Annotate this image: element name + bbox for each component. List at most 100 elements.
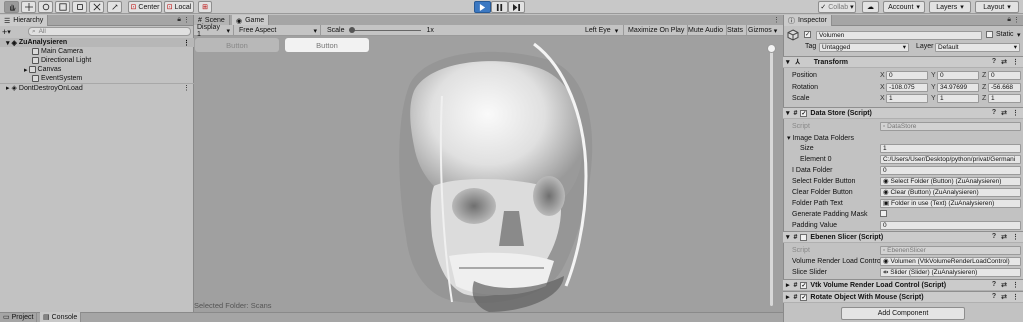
static-checkbox[interactable]: [986, 31, 993, 38]
rotation-x-field[interactable]: -108.075: [886, 83, 928, 92]
hierarchy-search-input[interactable]: ⌕ All: [28, 27, 191, 36]
kebab-menu-icon[interactable]: ⋮: [1013, 16, 1020, 24]
list-item[interactable]: Main Camera: [0, 47, 194, 56]
kebab-menu-icon[interactable]: ⋮: [1012, 58, 1019, 66]
list-item[interactable]: Directional Light: [0, 56, 194, 65]
scale-slider[interactable]: [348, 27, 421, 33]
collab-dropdown[interactable]: ✓ Collab ▾: [818, 1, 856, 13]
tab-inspector[interactable]: ⓘ Inspector: [784, 15, 832, 26]
grid-snap-button[interactable]: ⊞: [198, 1, 212, 13]
move-tool-button[interactable]: [21, 1, 36, 13]
slice-slider-field[interactable]: ⇹ Slider (Slider) (ZuAnalysieren): [880, 268, 1021, 277]
component-enabled-checkbox[interactable]: ✓: [800, 281, 808, 289]
slider-thumb[interactable]: [348, 27, 355, 33]
clear-folder-button-field[interactable]: ◉ Clear (Button) (ZuAnalysieren): [880, 188, 1021, 197]
tab-hierarchy[interactable]: ☰ Hierarchy: [0, 15, 49, 26]
component-enabled-checkbox[interactable]: ✓: [800, 293, 808, 301]
component-enabled-checkbox[interactable]: [800, 233, 808, 241]
step-button[interactable]: [508, 1, 525, 13]
stats-toggle[interactable]: Stats: [724, 25, 747, 36]
preset-icon[interactable]: ⇄: [1001, 233, 1007, 241]
help-icon[interactable]: ?: [992, 58, 996, 66]
vtk-component-header[interactable]: ▸ # ✓ Vtk Volume Render Load Control (Sc…: [783, 279, 1023, 291]
kebab-menu-icon[interactable]: ⋮: [773, 16, 780, 24]
folder-path-text-field[interactable]: ▣ Folder in use (Text) (ZuAnalysieren): [880, 199, 1021, 208]
account-dropdown[interactable]: Account ▾: [883, 1, 925, 13]
transform-tool-button[interactable]: [89, 1, 104, 13]
kebab-menu-icon[interactable]: ⋮: [183, 84, 190, 92]
select-folder-button-field[interactable]: ◉ Select Folder (Button) (ZuAnalysieren): [880, 177, 1021, 186]
cloud-button[interactable]: ☁: [862, 1, 879, 13]
list-item[interactable]: ▸ Canvas: [0, 65, 194, 74]
scale-tool-button[interactable]: [55, 1, 70, 13]
maximize-on-play-toggle[interactable]: Maximize On Play: [625, 25, 689, 36]
scale-z-field[interactable]: 1: [988, 94, 1021, 103]
left-eye-dropdown[interactable]: Left Eye ▾: [582, 25, 624, 36]
transform-header[interactable]: ▾ ⅄ Transform ? ⇄ ⋮: [783, 56, 1023, 68]
kebab-menu-icon[interactable]: ⋮: [1012, 233, 1019, 241]
hand-tool-button[interactable]: [4, 1, 19, 13]
kebab-menu-icon[interactable]: ⋮: [183, 16, 190, 24]
size-field[interactable]: 1: [880, 144, 1021, 153]
game-viewport[interactable]: Button Button Selected Folder: Scans: [194, 36, 783, 312]
custom-tool-button[interactable]: [107, 1, 122, 13]
vrlc-field[interactable]: ◉ Volumen (VtkVolumeRenderLoadControl): [880, 257, 1021, 266]
preset-icon[interactable]: ⇄: [1001, 109, 1007, 117]
pivot-local-button[interactable]: ⊡ Local: [164, 1, 194, 13]
tab-console[interactable]: ▤ Console: [40, 312, 82, 322]
kebab-menu-icon[interactable]: ⋮: [183, 39, 190, 47]
slider-thumb[interactable]: [767, 44, 776, 53]
display-dropdown[interactable]: Display 1 ▾: [194, 24, 234, 38]
element0-field[interactable]: C:/Users/User/Desktop/python/privat/Germ…: [880, 155, 1021, 164]
pause-button[interactable]: [491, 1, 508, 13]
add-component-button[interactable]: Add Component: [841, 307, 965, 320]
slicer-header[interactable]: ▾ # Ebenen Slicer (Script) ? ⇄ ⋮: [783, 231, 1023, 243]
chevron-down-icon[interactable]: ▾: [1017, 31, 1021, 39]
object-name-field[interactable]: Volumen: [816, 31, 982, 40]
layout-dropdown[interactable]: Layout ▾: [975, 1, 1019, 13]
list-item[interactable]: ▾ ◈ ZuAnalysieren ⋮: [0, 38, 194, 47]
tab-project[interactable]: ▭ Project: [0, 312, 38, 322]
kebab-menu-icon[interactable]: ⋮: [1012, 281, 1019, 289]
help-icon[interactable]: ?: [992, 293, 996, 301]
play-button[interactable]: [474, 1, 491, 13]
help-icon[interactable]: ?: [992, 281, 996, 289]
help-icon[interactable]: ?: [992, 233, 996, 241]
idata-folder-field[interactable]: 0: [880, 166, 1021, 175]
rotation-y-field[interactable]: 34.97699: [937, 83, 979, 92]
rotate-component-header[interactable]: ▸ # ✓ Rotate Object With Mouse (Script) …: [783, 291, 1023, 303]
help-icon[interactable]: ?: [992, 109, 996, 117]
slice-slider[interactable]: [767, 44, 776, 306]
layer-dropdown[interactable]: Default ▾: [935, 43, 1020, 52]
padding-value-field[interactable]: 0: [880, 221, 1021, 230]
scale-y-field[interactable]: 1: [937, 94, 979, 103]
rotation-z-field[interactable]: -56.668: [988, 83, 1021, 92]
mute-audio-toggle[interactable]: Mute Audio: [685, 25, 728, 36]
rect-tool-button[interactable]: [72, 1, 87, 13]
kebab-menu-icon[interactable]: ⋮: [1012, 109, 1019, 117]
image-folders-label[interactable]: ▾ Image Data Folders: [787, 134, 854, 142]
lock-icon[interactable]: 🔒︎: [1007, 16, 1011, 24]
kebab-menu-icon[interactable]: ⋮: [1012, 293, 1019, 301]
position-x-field[interactable]: 0: [886, 71, 928, 80]
tag-dropdown[interactable]: Untagged ▾: [819, 43, 909, 52]
layers-dropdown[interactable]: Layers ▾: [929, 1, 971, 13]
lock-icon[interactable]: 🔒︎: [177, 16, 181, 24]
pivot-center-button[interactable]: ⊡ Center: [128, 1, 162, 13]
scale-x-field[interactable]: 1: [886, 94, 928, 103]
list-item[interactable]: EventSystem: [0, 74, 194, 83]
preset-icon[interactable]: ⇄: [1001, 281, 1007, 289]
position-y-field[interactable]: 0: [937, 71, 979, 80]
aspect-dropdown[interactable]: Free Aspect ▾: [236, 25, 321, 36]
gizmos-dropdown[interactable]: Gizmos ▾: [745, 25, 780, 36]
preset-icon[interactable]: ⇄: [1001, 58, 1007, 66]
rotate-tool-button[interactable]: [38, 1, 53, 13]
padding-mask-checkbox[interactable]: [880, 210, 887, 217]
component-enabled-checkbox[interactable]: ✓: [800, 109, 808, 117]
datastore-header[interactable]: ▾ # ✓ Data Store (Script) ? ⇄ ⋮: [783, 107, 1023, 119]
scale-control[interactable]: Scale 1x: [324, 25, 444, 36]
preset-icon[interactable]: ⇄: [1001, 293, 1007, 301]
list-item[interactable]: ▸ ◈ DontDestroyOnLoad ⋮: [0, 83, 194, 92]
add-object-button[interactable]: + ▾: [2, 27, 26, 37]
active-checkbox[interactable]: ✓: [804, 31, 811, 38]
